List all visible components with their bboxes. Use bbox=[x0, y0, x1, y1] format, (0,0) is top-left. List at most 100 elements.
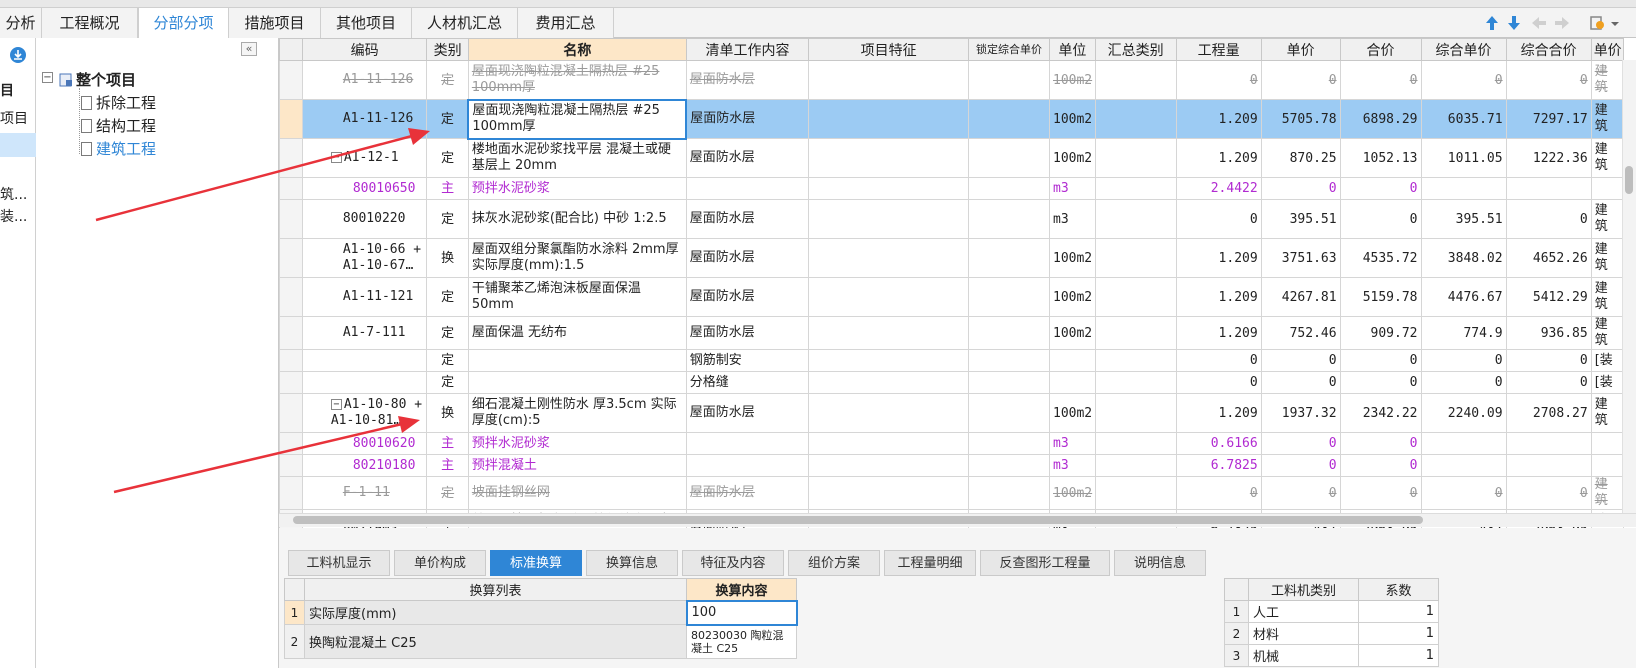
header-comprehensive-unit-price[interactable]: 综合单价 bbox=[1420, 38, 1507, 61]
cell-lock-price[interactable] bbox=[968, 199, 1050, 239]
cell-lock-price[interactable] bbox=[968, 454, 1050, 477]
nav-item-selected[interactable] bbox=[0, 133, 36, 157]
cell-type[interactable]: 定 bbox=[426, 371, 469, 394]
cell-name[interactable]: 预拌混凝土 bbox=[467, 454, 687, 477]
cell-quantity[interactable]: 0 bbox=[1175, 60, 1262, 100]
cell-comprehensive-unit-price[interactable]: 395.51 bbox=[1420, 199, 1507, 239]
cell-unit-price[interactable]: 0 bbox=[1260, 454, 1341, 477]
cell-extra[interactable]: 建筑 bbox=[1590, 393, 1625, 433]
table-row[interactable]: 定钢筋制安 0 0 0 0 0 [装 bbox=[279, 349, 1625, 372]
cell-comprehensive-total[interactable] bbox=[1505, 432, 1592, 455]
cell-code[interactable] bbox=[301, 349, 428, 372]
tab-project-overview[interactable]: 工程概况 bbox=[42, 8, 138, 38]
cell-extra[interactable]: 建筑 bbox=[1590, 99, 1625, 139]
btab-price-composition[interactable]: 单价构成 bbox=[394, 550, 486, 576]
cell-total-price[interactable]: 4535.72 bbox=[1339, 238, 1422, 278]
cell-features[interactable] bbox=[808, 393, 970, 433]
cell-code[interactable]: 80010620 bbox=[301, 432, 428, 455]
cell-comprehensive-unit-price[interactable]: 0 bbox=[1420, 349, 1507, 372]
table-row[interactable]: A1-7-111 定屋面保温 无纺布 屋面防水层 100m2 1.209 752.46 90… bbox=[279, 316, 1625, 350]
cell-comprehensive-total[interactable]: 0 bbox=[1505, 349, 1592, 372]
cell-features[interactable] bbox=[808, 199, 970, 239]
cell-comprehensive-total[interactable]: 0 bbox=[1505, 476, 1592, 510]
cell-work-content[interactable]: 分格缝 bbox=[685, 371, 810, 394]
cell-total-price[interactable]: 0 bbox=[1339, 432, 1422, 455]
cell-summary-category[interactable] bbox=[1094, 238, 1177, 278]
cell-total-price[interactable]: 6898.29 bbox=[1339, 99, 1422, 139]
btab-description[interactable]: 说明信息 bbox=[1114, 550, 1206, 576]
header-unit-price[interactable]: 单价 bbox=[1260, 38, 1341, 61]
cell-quantity[interactable]: 6.7825 bbox=[1175, 454, 1262, 477]
cell-lock-price[interactable] bbox=[968, 476, 1050, 510]
arrow-left-icon[interactable] bbox=[1530, 14, 1548, 32]
cell-name[interactable]: 预拌水泥砂浆 bbox=[467, 432, 687, 455]
cell-unit-price[interactable]: 395.51 bbox=[1260, 199, 1341, 239]
cell-code[interactable]: A1-11-126 bbox=[301, 99, 428, 139]
tab-cost-summary[interactable]: 费用汇总 bbox=[518, 8, 614, 38]
cell-features[interactable] bbox=[808, 476, 970, 510]
cell-name[interactable]: 屋面现浇陶粒混凝土隔热层 #25 100mm厚 bbox=[467, 60, 687, 100]
cell-comprehensive-unit-price[interactable] bbox=[1420, 454, 1507, 477]
cell-name[interactable] bbox=[467, 371, 687, 394]
cell-lock-price[interactable] bbox=[968, 349, 1050, 372]
cell-features[interactable] bbox=[808, 138, 970, 178]
cell-comprehensive-total[interactable]: 0 bbox=[1505, 371, 1592, 394]
btab-features-content[interactable]: 特征及内容 bbox=[682, 550, 784, 576]
cell-summary-category[interactable] bbox=[1094, 432, 1177, 455]
cell-quantity[interactable]: 0 bbox=[1175, 349, 1262, 372]
cell-total-price[interactable]: 0 bbox=[1339, 476, 1422, 510]
cell-summary-category[interactable] bbox=[1094, 393, 1177, 433]
coef-value[interactable]: 1 bbox=[1358, 644, 1439, 667]
cell-total-price[interactable]: 0 bbox=[1339, 454, 1422, 477]
cell-summary-category[interactable] bbox=[1094, 316, 1177, 350]
cell-summary-category[interactable] bbox=[1094, 277, 1177, 317]
cell-comprehensive-unit-price[interactable]: 4476.67 bbox=[1420, 277, 1507, 317]
cell-total-price[interactable]: 0 bbox=[1339, 177, 1422, 200]
nav-item-4[interactable]: 装... bbox=[0, 206, 27, 226]
btab-materials[interactable]: 工料机显示 bbox=[288, 550, 390, 576]
cell-quantity[interactable]: 1.209 bbox=[1175, 99, 1262, 139]
cell-extra[interactable] bbox=[1590, 432, 1625, 455]
cell-comprehensive-unit-price[interactable]: 0 bbox=[1420, 371, 1507, 394]
cell-features[interactable] bbox=[808, 60, 970, 100]
cell-total-price[interactable]: 0 bbox=[1339, 199, 1422, 239]
cell-lock-price[interactable] bbox=[968, 432, 1050, 455]
table-row[interactable]: A1-11-126 定屋面现浇陶粒混凝土隔热层 #25 100mm厚 屋面防水层 10… bbox=[279, 98, 1625, 140]
cell-work-content[interactable]: 屋面防水层 bbox=[685, 138, 810, 178]
cell-summary-category[interactable] bbox=[1094, 138, 1177, 178]
cell-work-content[interactable]: 屋面防水层 bbox=[685, 99, 810, 139]
cell-type[interactable]: 定 bbox=[426, 316, 469, 350]
nav-item-2[interactable]: 项目 bbox=[0, 108, 28, 128]
cell-total-price[interactable]: 5159.78 bbox=[1339, 277, 1422, 317]
cell-summary-category[interactable] bbox=[1094, 454, 1177, 477]
tree-root[interactable]: 整个项目 bbox=[59, 69, 136, 90]
cell-type[interactable]: 换 bbox=[426, 393, 469, 433]
cell-comprehensive-total[interactable]: 936.85 bbox=[1505, 316, 1592, 350]
cell-features[interactable] bbox=[808, 99, 970, 139]
cell-total-price[interactable]: 0 bbox=[1339, 60, 1422, 100]
cell-code[interactable]: 80010220 bbox=[301, 199, 428, 239]
cell-comprehensive-total[interactable]: 1222.36 bbox=[1505, 138, 1592, 178]
cell-summary-category[interactable] bbox=[1094, 476, 1177, 510]
cell-type[interactable]: 主 bbox=[426, 432, 469, 455]
cell-quantity[interactable]: 0.6166 bbox=[1175, 432, 1262, 455]
table-row[interactable]: 80010650 主预拌水泥砂浆 m3 2.4422 0 0 bbox=[279, 177, 1625, 200]
coef-value[interactable]: 1 bbox=[1358, 622, 1439, 645]
arrow-right-icon[interactable] bbox=[1553, 14, 1571, 32]
cell-work-content[interactable] bbox=[685, 454, 810, 477]
cell-extra[interactable]: [装 bbox=[1590, 349, 1625, 372]
header-features[interactable]: 项目特征 bbox=[808, 38, 970, 61]
cell-type[interactable]: 定 bbox=[426, 99, 469, 139]
cell-unit[interactable]: 100m2 bbox=[1049, 138, 1096, 178]
header-comprehensive-total[interactable]: 综合合价 bbox=[1505, 38, 1592, 61]
cell-total-price[interactable]: 1052.13 bbox=[1339, 138, 1422, 178]
cell-lock-price[interactable] bbox=[968, 277, 1050, 317]
cell-work-content[interactable]: 屋面防水层 bbox=[685, 476, 810, 510]
cell-unit-price[interactable]: 752.46 bbox=[1260, 316, 1341, 350]
cell-lock-price[interactable] bbox=[968, 393, 1050, 433]
cell-comprehensive-unit-price[interactable]: 3848.02 bbox=[1420, 238, 1507, 278]
cell-work-content[interactable]: 屋面防水层 bbox=[685, 316, 810, 350]
conv-value-select[interactable]: 80230030 陶粒混凝土 C25 bbox=[686, 624, 797, 659]
header-name[interactable]: 名称 bbox=[467, 38, 687, 61]
cell-work-content[interactable] bbox=[685, 432, 810, 455]
